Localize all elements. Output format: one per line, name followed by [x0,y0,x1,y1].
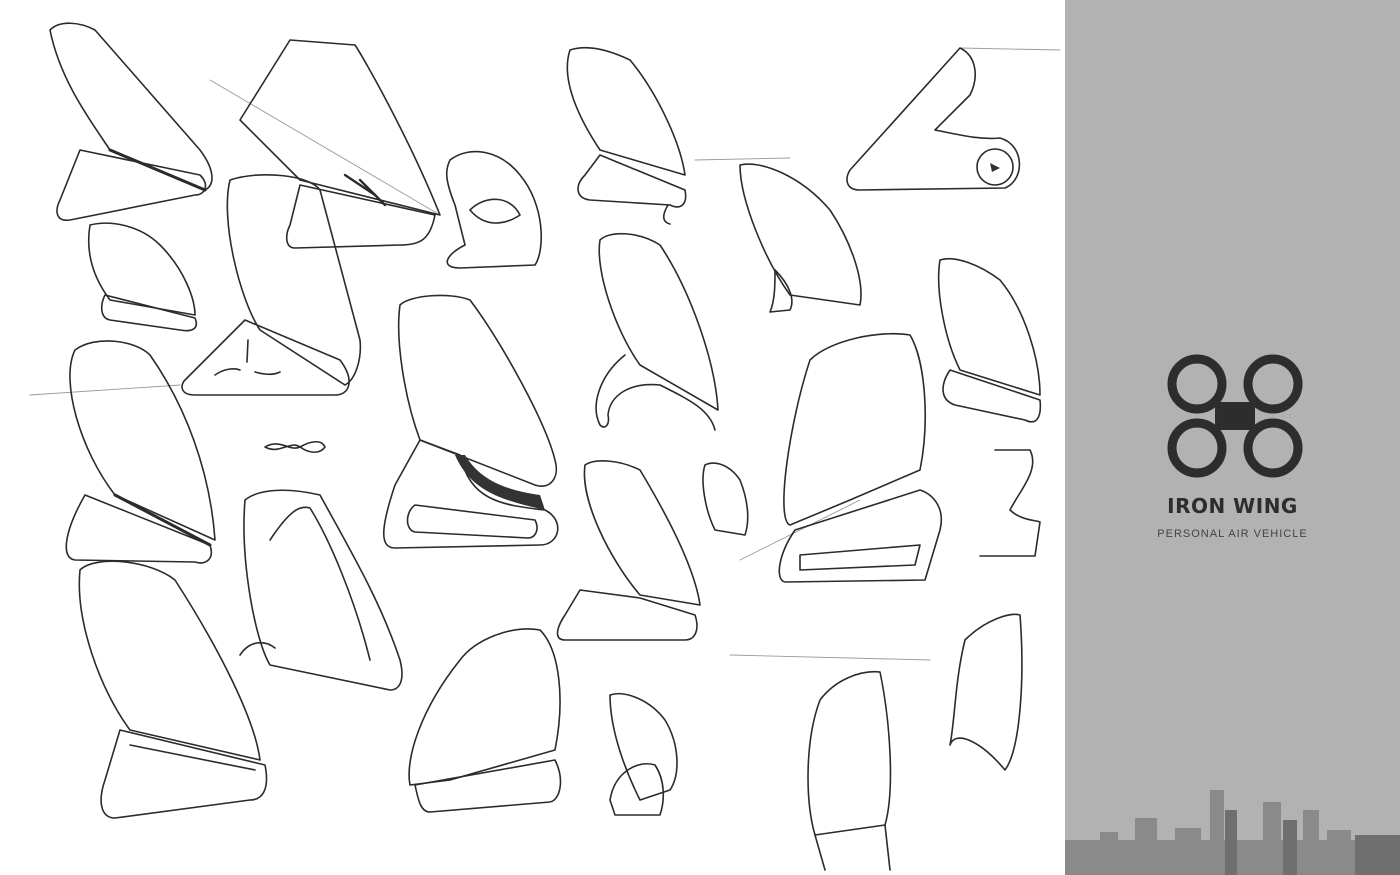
seat-sketch-22 [949,613,1023,771]
seat-concept-sketches [29,22,1061,871]
presentation-board: IRON WING PERSONAL AIR VEHICLE [0,0,1400,875]
seat-sketch-2 [239,39,441,249]
seat-sketch-15 [556,460,701,641]
seat-sketch-5 [181,174,362,396]
seat-sketch-8 [595,232,719,431]
seat-sketch-6 [383,294,559,549]
seat-sketch-4 [87,222,198,332]
brand-panel: IRON WING PERSONAL AIR VEHICLE [1065,0,1400,875]
seat-sketch-11 [937,257,1042,423]
seat-sketch-18 [979,449,1041,557]
seat-sketch-12 [65,340,326,564]
sketch-sheet [0,0,1065,875]
seat-sketch-7 [566,46,687,225]
brand-title: IRON WING [1167,494,1298,518]
city-skyline-image [1065,790,1400,875]
seat-sketch-16 [702,462,749,536]
seat-sketch-17 [778,332,942,583]
seat-sketch-10 [846,47,1021,191]
brand-subtitle: PERSONAL AIR VEHICLE [1157,528,1308,540]
seat-sketch-13 [239,489,403,691]
seat-sketch-20 [609,693,678,816]
seat-sketch-1 [49,22,213,221]
seat-sketch-21 [807,670,892,871]
seat-sketch-14 [78,560,268,819]
quad-rotor-logo-icon [1167,354,1303,478]
seat-sketch-19 [408,628,562,813]
seat-sketch-9 [739,163,862,313]
seat-sketch-3 [445,150,543,269]
